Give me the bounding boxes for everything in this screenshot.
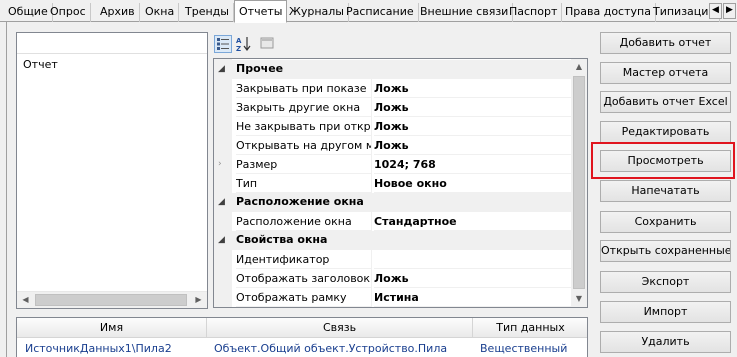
tab-reports[interactable]: Отчеты xyxy=(234,0,288,23)
delete-button[interactable]: Удалить xyxy=(600,331,731,353)
tab-journals[interactable]: Журналы xyxy=(285,3,349,22)
scroll-right-icon[interactable]: ▶ xyxy=(190,292,207,308)
category-window-properties[interactable]: ◢ Свойства окна xyxy=(214,231,572,250)
table-cell-name[interactable]: ИсточникДанных1\Пила2 xyxy=(25,340,205,357)
scrollbar-thumb[interactable] xyxy=(35,294,187,306)
tab-access-rights[interactable]: Права доступа xyxy=(561,3,656,22)
collapse-icon[interactable]: ◢ xyxy=(218,63,228,75)
property-row[interactable]: Отображать заголовок Ложь xyxy=(214,269,572,288)
export-button[interactable]: Экспорт xyxy=(600,271,731,293)
property-row[interactable]: Тип Новое окно xyxy=(214,174,572,193)
chevron-left-icon[interactable]: ◀ xyxy=(709,3,722,19)
property-row[interactable]: Не закрывать при откры Ложь xyxy=(214,117,572,136)
property-grid[interactable]: ◢ Прочее Закрывать при показе пр Ложь За… xyxy=(213,58,588,308)
scroll-up-icon[interactable]: ▲ xyxy=(571,59,587,75)
tab-passport[interactable]: Паспорт xyxy=(505,3,563,22)
category-other[interactable]: ◢ Прочее xyxy=(214,60,572,79)
category-window-position[interactable]: ◢ Расположение окна xyxy=(214,193,572,212)
scroll-left-icon[interactable]: ◀ xyxy=(17,292,34,308)
table-cell-link[interactable]: Объект.Общий объект.Устройство.Пила xyxy=(214,340,472,357)
tab-trends[interactable]: Тренды xyxy=(181,3,234,22)
sort-alpha-icon[interactable]: A Z xyxy=(235,35,253,53)
report-wizard-button[interactable]: Мастер отчета xyxy=(600,62,731,84)
property-pages-icon[interactable] xyxy=(259,35,277,53)
column-header-link[interactable]: Связь xyxy=(207,318,473,338)
open-saved-button[interactable]: Открыть сохраненные xyxy=(600,240,731,262)
svg-text:Z: Z xyxy=(236,45,241,53)
collapse-icon[interactable]: ◢ xyxy=(218,234,228,246)
edit-button[interactable]: Редактировать xyxy=(600,121,731,143)
property-row[interactable]: Закрыть другие окна Ложь xyxy=(214,98,572,117)
print-button[interactable]: Напечатать xyxy=(600,180,731,202)
column-header-data-type[interactable]: Тип данных xyxy=(473,318,587,338)
property-row[interactable]: › Размер 1024; 768 xyxy=(214,155,572,174)
tab-external-links[interactable]: Внешние связи xyxy=(416,3,514,22)
horizontal-scrollbar[interactable]: ◀ ▶ xyxy=(17,291,207,308)
add-excel-report-button[interactable]: Добавить отчет Excel xyxy=(600,91,731,113)
vertical-scrollbar[interactable]: ▲ ▼ xyxy=(571,59,587,307)
collapse-icon[interactable]: ◢ xyxy=(218,196,228,208)
column-header-name[interactable]: Имя xyxy=(17,318,207,338)
save-button[interactable]: Сохранить xyxy=(600,211,731,233)
tab-windows[interactable]: Окна xyxy=(141,3,180,22)
tab-poll[interactable]: Опрос xyxy=(46,3,91,22)
tab-bar: Общие Опрос Архив Окна Тренды Отчеты Жур… xyxy=(0,0,737,23)
scroll-down-icon[interactable]: ▼ xyxy=(571,291,587,307)
list-item[interactable]: Отчет xyxy=(23,58,58,71)
highlight-box xyxy=(591,142,735,179)
svg-text:A: A xyxy=(236,37,242,45)
property-grid-toolbar: A Z xyxy=(213,33,588,55)
data-sources-table[interactable]: Имя Связь Тип данных ИсточникДанных1\Пил… xyxy=(16,317,588,357)
categorized-icon[interactable] xyxy=(214,35,232,53)
add-report-button[interactable]: Добавить отчет xyxy=(600,32,731,54)
tab-schedule[interactable]: Расписание xyxy=(342,3,419,22)
tab-archive[interactable]: Архив xyxy=(96,3,140,22)
table-cell-data-type[interactable]: Вещественный xyxy=(480,340,587,357)
expand-icon[interactable]: › xyxy=(218,158,228,170)
property-row[interactable]: Отображать рамку Истина xyxy=(214,288,572,307)
import-button[interactable]: Импорт xyxy=(600,301,731,323)
property-row[interactable]: Открывать на другом мо Ложь xyxy=(214,136,572,155)
property-row[interactable]: Идентификатор xyxy=(214,250,572,269)
property-row[interactable]: Закрывать при показе пр Ложь xyxy=(214,79,572,98)
scrollbar-thumb[interactable] xyxy=(573,76,585,289)
report-list[interactable]: Отчет ◀ ▶ xyxy=(16,32,208,309)
chevron-right-icon[interactable]: ▶ xyxy=(723,3,736,19)
property-row[interactable]: Расположение окна Стандартное xyxy=(214,212,572,231)
